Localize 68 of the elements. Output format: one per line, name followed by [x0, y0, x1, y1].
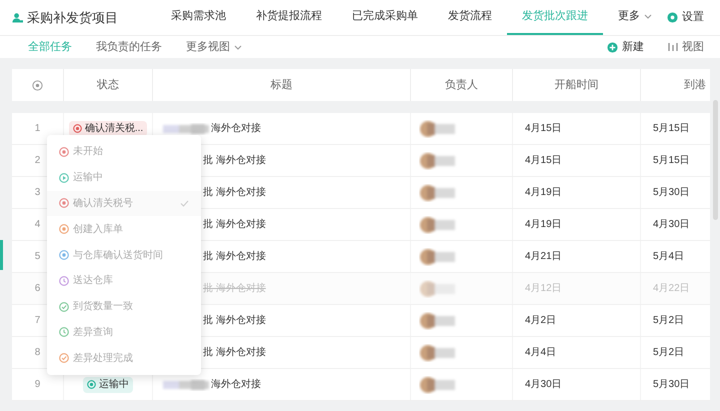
columns-icon	[668, 42, 678, 52]
new-button[interactable]: 新建	[607, 38, 644, 56]
nav-tab[interactable]: 采购需求池	[156, 0, 241, 35]
clock-icon	[59, 327, 69, 338]
row-number: 9	[34, 378, 40, 392]
check-circle-icon	[59, 302, 69, 312]
task-title[interactable]: 批 海外仓对接	[203, 249, 266, 264]
settings-button[interactable]: 设置	[667, 9, 704, 26]
task-title[interactable]: 批 海外仓对接	[203, 217, 266, 232]
status-dot-icon	[59, 250, 69, 260]
status-dot-icon	[59, 198, 69, 208]
task-title[interactable]: 批 海外仓对接	[203, 345, 266, 360]
task-title[interactable]: 批 海外仓对接	[203, 313, 266, 328]
nav-tab[interactable]: 补货提报流程	[241, 0, 337, 35]
column-header: 到港	[684, 78, 706, 93]
date-cell-text: 4月19日	[525, 218, 562, 232]
nav-tab[interactable]: 已完成采购单	[337, 0, 433, 35]
status-badge[interactable]: 运输中	[83, 376, 133, 392]
task-title[interactable]: 海外仓对接	[211, 377, 261, 392]
date-cell-text: 5月4日	[653, 250, 684, 264]
date-cell-text: 4月15日	[525, 154, 562, 168]
row-number: 6	[34, 282, 40, 296]
row-number: 4	[34, 218, 40, 232]
task-title[interactable]: 批 海外仓对接	[203, 185, 266, 200]
settings-icon	[667, 12, 678, 23]
clock-icon	[59, 276, 69, 286]
status-dot-icon	[59, 224, 69, 234]
date-cell-text: 5月15日	[653, 122, 690, 136]
date-cell-text: 5月15日	[653, 154, 690, 168]
view-tab[interactable]: 我负责的任务	[96, 38, 162, 56]
date-cell-text: 4月21日	[525, 250, 562, 264]
status-dot-icon	[59, 146, 69, 157]
date-cell-text: 4月12日	[525, 282, 562, 296]
scrollbar[interactable]	[713, 100, 718, 220]
column-header: 标题	[270, 78, 292, 93]
date-cell-text: 4月2日	[525, 314, 556, 328]
view-tab[interactable]: 更多视图	[186, 38, 242, 56]
row-number: 5	[34, 250, 40, 264]
nav-tab[interactable]: 更多	[603, 0, 667, 35]
column-header: 状态	[97, 78, 119, 93]
date-cell-text: 4月19日	[525, 186, 562, 200]
user-icon	[12, 12, 23, 23]
column-header: 负责人	[445, 78, 478, 93]
nav-tab[interactable]: 发货流程	[433, 0, 507, 35]
date-cell-text: 5月30日	[653, 378, 690, 392]
row-number: 3	[34, 186, 40, 200]
date-cell-text: 4月22日	[653, 282, 690, 296]
date-cell-text: 4月4日	[525, 346, 556, 360]
checkmark-icon	[180, 200, 189, 207]
column-header: 开船时间	[554, 78, 598, 93]
view-button[interactable]: 视图	[668, 38, 704, 56]
check-circle-icon	[59, 353, 69, 364]
row-number: 1	[34, 122, 40, 136]
row-number: 7	[34, 314, 40, 328]
project-title: 采购补发货项目	[27, 8, 118, 27]
date-cell-text: 4月30日	[525, 378, 562, 392]
date-cell-text: 4月15日	[525, 122, 562, 136]
plus-icon	[607, 42, 618, 52]
task-title[interactable]: 海外仓对接	[211, 121, 261, 136]
date-cell-text: 5月2日	[653, 346, 684, 360]
play-icon	[59, 172, 69, 183]
row-number: 8	[34, 346, 40, 360]
date-cell-text: 5月2日	[653, 314, 684, 328]
target-icon	[32, 80, 43, 90]
date-cell-text: 4月30日	[653, 218, 690, 232]
task-title[interactable]: 批 海外仓对接	[203, 153, 266, 168]
date-cell-text: 5月30日	[653, 186, 690, 200]
row-number: 2	[34, 154, 40, 168]
